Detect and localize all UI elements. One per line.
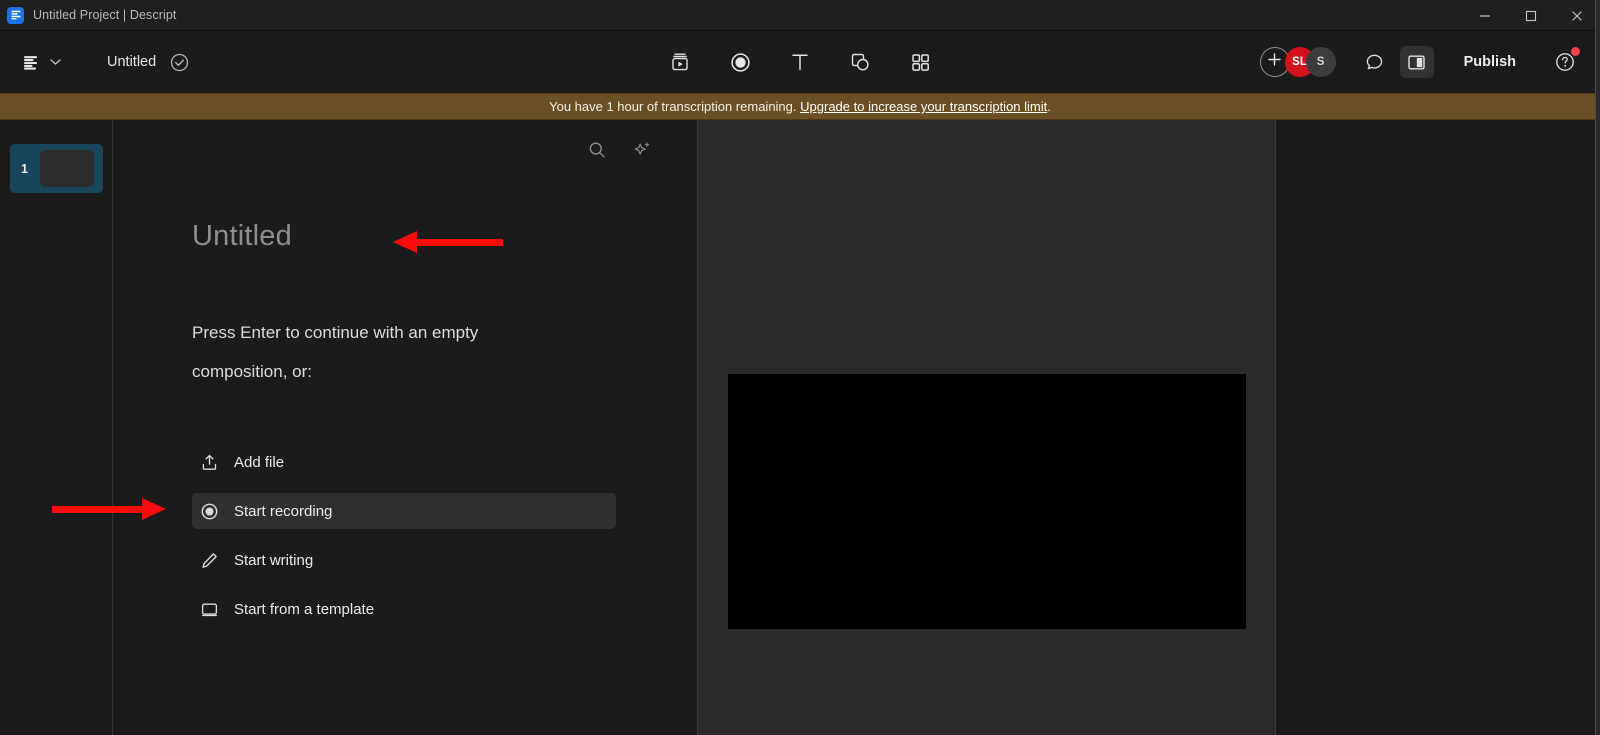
action-start-writing[interactable]: Start writing bbox=[192, 542, 616, 578]
search-icon[interactable] bbox=[584, 137, 610, 163]
script-pane-tools bbox=[584, 137, 655, 163]
comment-bubble-icon[interactable] bbox=[1358, 46, 1392, 78]
banner-text: You have 1 hour of transcription remaini… bbox=[549, 99, 1051, 114]
media-clip-icon[interactable] bbox=[663, 46, 697, 78]
preview-canvas[interactable] bbox=[728, 374, 1246, 629]
help-notification-badge bbox=[1571, 47, 1580, 56]
template-screen-icon bbox=[199, 599, 220, 620]
text-icon[interactable] bbox=[783, 46, 817, 78]
title-bar: Untitled Project | Descript bbox=[0, 0, 1600, 31]
scene-thumbnail-1[interactable]: 1 bbox=[9, 144, 103, 193]
workspace: 1 Untitled Press Enter to continue with … bbox=[0, 120, 1600, 735]
script-content: Untitled Press Enter to continue with an… bbox=[192, 220, 662, 640]
upload-icon bbox=[199, 452, 220, 473]
action-start-from-template[interactable]: Start from a template bbox=[192, 591, 616, 627]
avatar-initials: S bbox=[1316, 56, 1325, 68]
descript-logo-icon bbox=[7, 6, 24, 24]
collaborator-avatars: SL S bbox=[1284, 47, 1336, 77]
ai-sparkle-icon[interactable] bbox=[629, 137, 655, 163]
document-name[interactable]: Untitled bbox=[107, 54, 156, 70]
action-add-file[interactable]: Add file bbox=[192, 444, 616, 480]
banner-upgrade-link[interactable]: Upgrade to increase your transcription l… bbox=[800, 99, 1047, 114]
app-menu-button[interactable] bbox=[22, 53, 61, 72]
banner-suffix: . bbox=[1047, 99, 1051, 114]
preview-pane bbox=[698, 120, 1275, 735]
main-toolbar: Untitled SL S Publish bbox=[0, 31, 1600, 93]
record-icon[interactable] bbox=[723, 46, 757, 78]
window-scrollbar[interactable] bbox=[1595, 0, 1600, 735]
toolbar-center-tools bbox=[663, 46, 937, 78]
avatar-initials: SL bbox=[1292, 56, 1308, 68]
transcription-limit-banner: You have 1 hour of transcription remaini… bbox=[0, 93, 1600, 120]
help-circle-icon[interactable] bbox=[1548, 46, 1582, 78]
plus-icon bbox=[1267, 52, 1282, 72]
side-panel-icon[interactable] bbox=[1399, 46, 1434, 78]
script-pane: Untitled Press Enter to continue with an… bbox=[113, 120, 698, 735]
scene-preview bbox=[39, 150, 94, 187]
action-label: Start recording bbox=[234, 502, 333, 520]
scene-number: 1 bbox=[21, 161, 28, 176]
action-label: Add file bbox=[234, 453, 285, 471]
record-circle-icon bbox=[199, 501, 220, 522]
apps-grid-icon[interactable] bbox=[903, 46, 937, 78]
descript-app-window: Untitled Project | Descript Untitled SL … bbox=[0, 0, 1600, 735]
toolbar-left-group: Untitled bbox=[0, 53, 189, 72]
scene-list-sidebar: 1 bbox=[0, 120, 113, 735]
window-title: Untitled Project | Descript bbox=[33, 8, 177, 22]
script-prompt-text: Press Enter to continue with an empty co… bbox=[192, 323, 479, 381]
pencil-icon bbox=[199, 550, 220, 571]
chevron-down-icon bbox=[50, 53, 61, 71]
descript-menu-icon bbox=[22, 53, 41, 72]
avatar[interactable]: S bbox=[1305, 47, 1336, 77]
action-label: Start from a template bbox=[234, 600, 375, 618]
shapes-icon[interactable] bbox=[843, 46, 877, 78]
banner-message: You have 1 hour of transcription remaini… bbox=[549, 99, 797, 114]
action-start-recording[interactable]: Start recording bbox=[192, 493, 616, 529]
window-controls bbox=[1462, 0, 1600, 31]
minimize-icon[interactable] bbox=[1462, 0, 1508, 31]
quick-action-list: Add file Start recording Start writing S… bbox=[192, 444, 662, 627]
right-side-panel bbox=[1275, 120, 1600, 735]
toolbar-right-group: SL S Publish bbox=[1259, 46, 1582, 78]
action-label: Start writing bbox=[234, 551, 314, 569]
publish-button[interactable]: Publish bbox=[1458, 49, 1522, 75]
maximize-icon[interactable] bbox=[1508, 0, 1554, 31]
script-title-placeholder[interactable]: Untitled bbox=[192, 220, 662, 253]
check-circle-icon[interactable] bbox=[170, 53, 189, 72]
close-icon[interactable] bbox=[1554, 0, 1600, 31]
